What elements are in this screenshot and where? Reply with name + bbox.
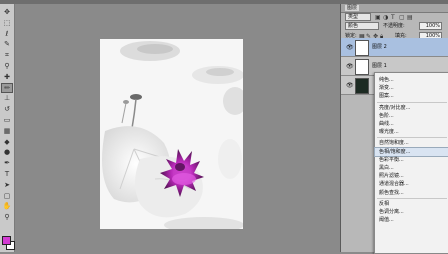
adjustment-layer-menu: 纯色... 渐变... 图案... 亮度/对比度... 色阶... 曲线... 曝光度...…	[374, 72, 448, 254]
menu-item[interactable]: 阈值...	[375, 216, 448, 224]
toolbox: ✥ ⬚ ℓ ✎ ⌗ ⚲ ✚ ✏ ⊥ ↺ ▭ ▦ ◆ ● ✒ T ➤ ▢ ✋ ⚲	[0, 4, 15, 252]
shape-tool-icon[interactable]: ▢	[2, 192, 12, 200]
menu-item[interactable]: 色调分离...	[375, 208, 448, 216]
menu-item[interactable]: 曲线...	[375, 120, 448, 128]
menu-item[interactable]: 亮度/对比度...	[375, 104, 448, 112]
layer-row[interactable]: 👁︎ 图层 2	[341, 38, 448, 57]
menu-separator	[377, 137, 447, 139]
menu-separator	[377, 101, 447, 103]
eye-icon[interactable]: 👁︎	[346, 82, 354, 89]
menu-item[interactable]: 纯色...	[375, 76, 448, 84]
document-canvas[interactable]	[100, 39, 243, 229]
eye-icon[interactable]: 👁︎	[346, 44, 354, 51]
zoom-tool-icon[interactable]: ⚲	[2, 213, 12, 221]
move-tool-icon[interactable]: ✥	[2, 8, 12, 16]
canvas-artwork	[100, 39, 243, 229]
menu-item[interactable]: 渐变...	[375, 84, 448, 92]
blur-tool-icon[interactable]: ◆	[2, 138, 12, 146]
layer-thumbnail	[355, 40, 369, 56]
menu-item[interactable]: 曝光度...	[375, 128, 448, 136]
filter-kind-select[interactable]: 类型	[345, 13, 371, 21]
dodge-tool-icon[interactable]: ●	[2, 148, 12, 156]
layer-thumbnail	[355, 78, 369, 94]
gradient-tool-icon[interactable]: ▦	[2, 127, 12, 135]
menu-item[interactable]: 反相	[375, 200, 448, 208]
menu-item[interactable]: 色相/饱和度...	[374, 146, 448, 157]
filter-row: 类型 ▣ ◑ T ▢ ▤	[343, 13, 447, 21]
filter-adjust-icon[interactable]: ◑	[383, 14, 388, 21]
filter-type-icon[interactable]: T	[391, 14, 395, 21]
menu-item[interactable]: 图案...	[375, 92, 448, 100]
panel-tabbar: 图层	[341, 4, 448, 13]
path-select-tool-icon[interactable]: ➤	[2, 181, 12, 189]
crop-tool-icon[interactable]: ⌗	[2, 51, 12, 59]
menu-item[interactable]: 自然饱和度...	[375, 139, 448, 147]
healing-brush-tool-icon[interactable]: ✚	[2, 73, 12, 81]
menu-item[interactable]: 色阶...	[375, 112, 448, 120]
eye-icon[interactable]: 👁︎	[346, 63, 354, 70]
filter-pixel-icon[interactable]: ▣	[375, 14, 381, 21]
type-tool-icon[interactable]: T	[2, 170, 12, 178]
menu-item[interactable]: 通道混合器...	[375, 180, 448, 188]
menu-item[interactable]: 颜色查找...	[375, 189, 448, 197]
opacity-label: 不透明度:	[383, 23, 405, 29]
hand-tool-icon[interactable]: ✋	[2, 202, 12, 210]
opacity-input[interactable]: 100%	[419, 22, 442, 30]
layer-name: 图层 2	[372, 44, 387, 50]
quick-select-tool-icon[interactable]: ✎	[2, 40, 12, 48]
filter-shape-icon[interactable]: ▢	[399, 14, 405, 21]
tab-layers[interactable]: 图层	[345, 5, 360, 11]
layer-name: 图层 1	[372, 63, 387, 69]
layer-thumbnail	[355, 59, 369, 75]
history-brush-tool-icon[interactable]: ↺	[2, 105, 12, 113]
menu-item[interactable]: 照片滤镜...	[375, 172, 448, 180]
lasso-tool-icon[interactable]: ℓ	[2, 30, 12, 38]
menu-item[interactable]: 黑白...	[375, 164, 448, 172]
brush-tool-icon[interactable]: ✏	[1, 82, 13, 93]
menu-separator	[377, 197, 447, 199]
marquee-tool-icon[interactable]: ⬚	[2, 19, 12, 27]
filter-smart-icon[interactable]: ▤	[407, 14, 413, 21]
eyedropper-tool-icon[interactable]: ⚲	[2, 62, 12, 70]
blend-mode-select[interactable]: 颜色	[345, 22, 379, 30]
blend-row: 颜色 不透明度: 100%	[343, 22, 447, 30]
clone-stamp-tool-icon[interactable]: ⊥	[2, 94, 12, 102]
foreground-color-swatch[interactable]	[2, 236, 11, 245]
eraser-tool-icon[interactable]: ▭	[2, 116, 12, 124]
menu-item[interactable]: 色彩平衡...	[375, 156, 448, 164]
pen-tool-icon[interactable]: ✒	[2, 159, 12, 167]
